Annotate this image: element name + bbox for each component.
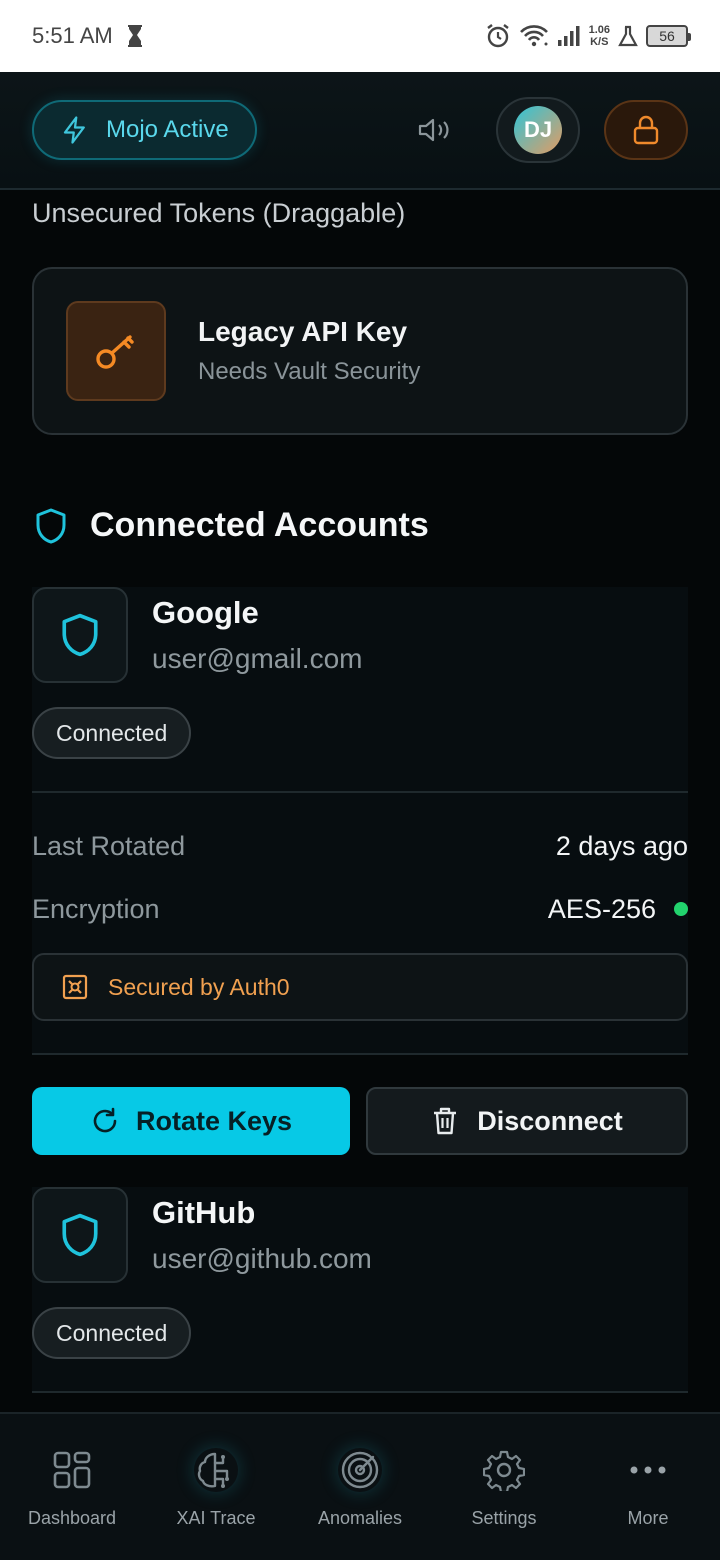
profile-button[interactable]: DJ [496,97,580,163]
rotate-keys-button[interactable]: Rotate Keys [32,1087,350,1155]
net-speed: 1.06 K/S [589,24,610,48]
account-card-google: Google user@gmail.com Connected [32,587,688,792]
nav-more[interactable]: More [576,1414,720,1560]
net-speed-value: 1.06 [588,24,610,36]
nav-anomalies[interactable]: Anomalies [288,1414,432,1560]
nav-label: Anomalies [317,1508,403,1528]
secured-by-text: Secured by Auth0 [108,973,290,1000]
detail-label: Last Rotated [32,830,186,861]
secured-by-auth0: Secured by Auth0 [32,953,688,1021]
mojo-active-label: Mojo Active [106,116,229,143]
encryption-value: AES-256 [547,893,656,924]
status-bar: 5:51 AM 1.06 K/S 56 [0,0,720,72]
status-badge: Connected [32,1307,192,1359]
lock-button[interactable] [604,100,688,160]
brain-icon [194,1448,238,1492]
account-icon-tile [32,1187,128,1283]
detail-value: 2 days ago [556,831,688,862]
bottom-nav: Dashboard XAI Trace Anomalies Settings M… [0,1412,720,1560]
grid-icon [50,1448,94,1492]
hourglass-icon [127,25,143,47]
status-dot [674,902,688,916]
flask-icon [618,25,638,47]
token-title: Legacy API Key [198,316,408,347]
refresh-icon [90,1106,120,1136]
nav-settings[interactable]: Settings [432,1414,576,1560]
alarm-icon [485,23,511,49]
key-icon [92,327,140,375]
lightning-icon [60,115,90,145]
mojo-active-toggle[interactable]: Mojo Active [32,100,257,160]
signal-icon [557,25,581,47]
account-card-github: GitHub user@github.com Connected [32,1187,688,1392]
status-badge: Connected [32,707,192,759]
account-name: Google [152,595,259,630]
last-rotated-value: 2 days ago [555,830,688,861]
disconnect-label: Disconnect [477,1105,623,1136]
shield-icon [59,612,101,658]
account-name: GitHub [152,1195,256,1230]
auth0-icon [62,974,88,1000]
net-speed-unit: K/S [590,36,609,48]
disconnect-button[interactable]: Disconnect [366,1087,688,1155]
speaker-icon [417,115,451,145]
rotate-keys-label: Rotate Keys [135,1105,293,1136]
account-email: user@github.com [152,1243,372,1274]
account-email: user@gmail.com [152,643,363,674]
unsecured-tokens-title: Unsecured Tokens (Draggable) [32,198,406,228]
app-header: Mojo Active DJ [0,72,720,190]
lock-icon [632,115,660,145]
account-icon-tile [32,587,128,683]
nav-label: More [627,1508,669,1528]
gear-icon [482,1448,526,1492]
nav-label: Dashboard [27,1508,117,1528]
nav-label: Settings [471,1508,537,1528]
connected-accounts-title: Connected Accounts [90,506,429,544]
detail-value: AES-256 [548,894,688,925]
divider [32,1053,688,1055]
detail-row-last-rotated: Last Rotated 2 days ago [32,826,688,866]
wifi-icon [519,24,549,48]
status-time: 5:51 AM [32,23,113,48]
speaker-button[interactable] [412,108,456,152]
connected-accounts-header: Connected Accounts [34,506,429,545]
nav-dashboard[interactable]: Dashboard [0,1414,144,1560]
detail-label: Encryption [32,893,160,924]
detail-row-encryption: Encryption AES-256 [32,889,688,929]
avatar: DJ [514,106,562,154]
key-tile [66,301,166,401]
trash-icon [431,1106,459,1136]
more-icon [626,1448,670,1492]
divider [32,1391,688,1393]
token-subtitle: Needs Vault Security [198,358,421,385]
nav-label: XAI Trace [176,1508,256,1528]
shield-icon [34,507,68,545]
battery-indicator: 56 [646,25,691,47]
nav-xai-trace[interactable]: XAI Trace [144,1414,288,1560]
shield-icon [59,1212,101,1258]
legacy-api-key-card[interactable]: Legacy API Key Needs Vault Security [32,267,688,435]
radar-icon [338,1448,382,1492]
